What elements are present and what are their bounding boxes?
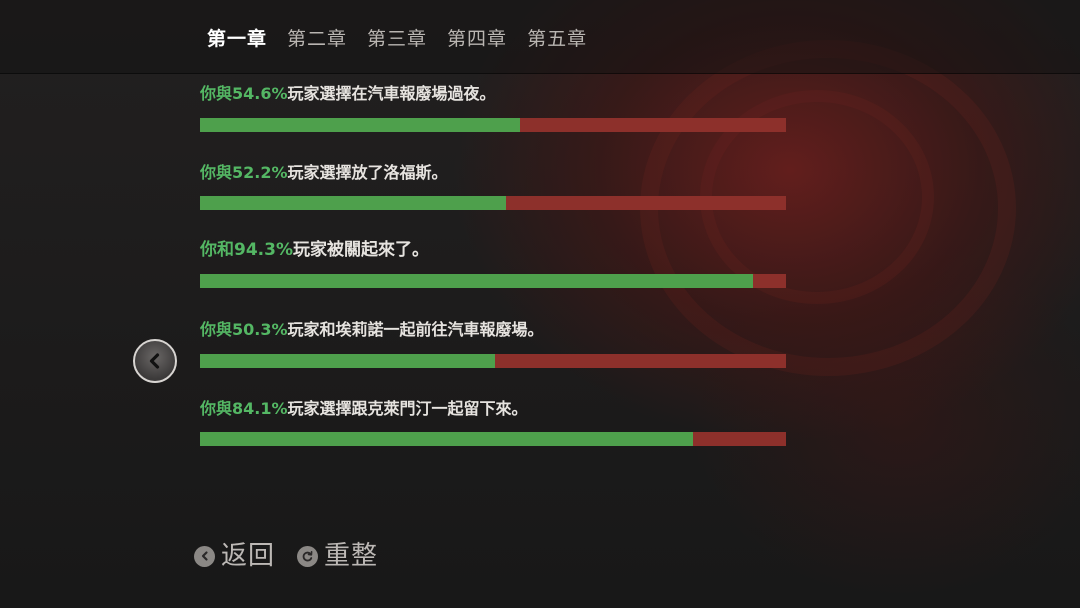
choice-stat-bar-fill xyxy=(200,196,506,210)
circle-arrow-left-icon xyxy=(194,545,215,567)
choice-stat-bar xyxy=(200,432,786,446)
chapter-tabs: 第一章 第二章 第三章 第四章 第五章 xyxy=(207,27,587,51)
choice-stat-text: 你和94.3%玩家被關起來了。 xyxy=(200,240,429,260)
previous-page-button[interactable] xyxy=(133,339,177,383)
choice-stat-percent: 50.3% xyxy=(232,320,288,339)
reset-button-label: 重整 xyxy=(324,541,379,571)
choice-stat-text: 你與54.6%玩家選擇在汽車報廢場過夜。 xyxy=(200,84,496,103)
back-button[interactable]: 返回 xyxy=(194,538,275,574)
game-stats-screen: 第一章 第二章 第三章 第四章 第五章 你與54.6%玩家選擇在汽車報廢場過夜。… xyxy=(0,0,1080,608)
tab-chapter-4[interactable]: 第四章 xyxy=(447,27,507,51)
tab-chapter-2[interactable]: 第二章 xyxy=(287,27,347,51)
choice-stat-bar-fill xyxy=(200,274,753,288)
choice-stat-text: 你與50.3%玩家和埃莉諾一起前往汽車報廢場。 xyxy=(200,320,544,339)
choice-stat-bar-fill xyxy=(200,354,495,368)
choice-stat-percent: 84.1% xyxy=(232,399,288,418)
tab-chapter-5[interactable]: 第五章 xyxy=(527,27,587,51)
choice-stat: 你與84.1%玩家選擇跟克萊門汀一起留下來。 xyxy=(200,399,786,446)
choice-stat-percent: 52.2% xyxy=(232,163,288,182)
choice-stat-bar xyxy=(200,118,786,132)
tab-chapter-1[interactable]: 第一章 xyxy=(207,27,267,51)
tab-chapter-3[interactable]: 第三章 xyxy=(367,27,427,51)
back-button-label: 返回 xyxy=(221,541,276,571)
choice-stat-bar-fill xyxy=(200,118,520,132)
reset-button[interactable]: 重整 xyxy=(297,538,378,574)
choice-stat-percent: 54.6% xyxy=(232,84,288,103)
choice-stat-bar xyxy=(200,274,786,288)
chapter-tab-bar: 第一章 第二章 第三章 第四章 第五章 xyxy=(0,0,1080,74)
choice-stat: 你和94.3%玩家被關起來了。 xyxy=(200,240,786,288)
choice-stat: 你與50.3%玩家和埃莉諾一起前往汽車報廢場。 xyxy=(200,320,786,368)
footer-actions: 返回 重整 xyxy=(194,538,378,574)
chevron-left-icon xyxy=(149,353,160,369)
choice-stat: 你與54.6%玩家選擇在汽車報廢場過夜。 xyxy=(200,84,786,132)
choice-stat-text: 你與84.1%玩家選擇跟克萊門汀一起留下來。 xyxy=(200,399,528,418)
choice-stat: 你與52.2%玩家選擇放了洛福斯。 xyxy=(200,163,786,210)
choice-stat-percent: 94.3% xyxy=(234,240,293,260)
refresh-icon xyxy=(297,545,319,567)
choice-stat-bar xyxy=(200,354,786,368)
choice-stat-bar-fill xyxy=(200,432,693,446)
choice-stat-bar xyxy=(200,196,786,210)
choice-stat-text: 你與52.2%玩家選擇放了洛福斯。 xyxy=(200,163,448,182)
